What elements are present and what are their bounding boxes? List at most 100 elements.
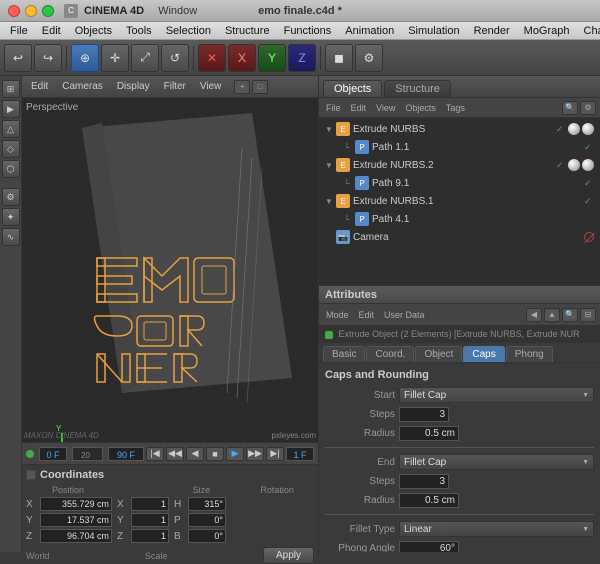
obj-file-btn[interactable]: File bbox=[323, 103, 344, 113]
prev-btn[interactable]: ◀◀ bbox=[166, 447, 184, 461]
obj-extrude-nurbs-3[interactable]: ▼ E Extrude NURBS.1 ✓ bbox=[321, 192, 598, 210]
menu-animation[interactable]: Animation bbox=[339, 23, 400, 39]
y-size-input[interactable] bbox=[131, 513, 169, 527]
phong-angle-input[interactable] bbox=[399, 541, 459, 552]
minimize-button[interactable] bbox=[25, 5, 37, 17]
menu-selection[interactable]: Selection bbox=[160, 23, 217, 39]
prev-frame-btn[interactable]: |◀ bbox=[146, 447, 164, 461]
window-menu[interactable]: Window bbox=[158, 5, 197, 17]
end-radius-input[interactable] bbox=[399, 493, 459, 508]
attr-bookmark-btn[interactable]: ⊟ bbox=[580, 308, 596, 322]
y-pos-input[interactable] bbox=[40, 513, 112, 527]
z-size-input[interactable] bbox=[131, 529, 169, 543]
sidebar-icon-8[interactable]: ∿ bbox=[2, 228, 20, 246]
settings-button[interactable]: ⚙ bbox=[355, 44, 383, 72]
obj-tags-btn[interactable]: Tags bbox=[443, 103, 468, 113]
h-rot-input[interactable] bbox=[188, 497, 226, 511]
obj-path-9-1[interactable]: └ P Path 9.1 ✓ bbox=[321, 174, 598, 192]
frame-markers[interactable]: 20 40 60 80 bbox=[72, 447, 103, 461]
attr-expand-btn[interactable]: ▲ bbox=[544, 308, 560, 322]
start-steps-input[interactable] bbox=[399, 407, 449, 422]
fillet-type-dropdown[interactable]: Linear bbox=[399, 521, 594, 537]
redo-button[interactable]: ↪ bbox=[34, 44, 62, 72]
sidebar-icon-2[interactable]: ▶ bbox=[2, 100, 20, 118]
undo-button[interactable]: ↩ bbox=[4, 44, 32, 72]
menu-file[interactable]: File bbox=[4, 23, 34, 39]
x-size-input[interactable] bbox=[131, 497, 169, 511]
close-button[interactable] bbox=[8, 5, 20, 17]
x-pos-input[interactable] bbox=[40, 497, 112, 511]
x-axis-button[interactable]: X bbox=[228, 44, 256, 72]
maximize-button[interactable] bbox=[42, 5, 54, 17]
attr-tab-coord[interactable]: Coord. bbox=[366, 346, 414, 362]
viewport-3d[interactable]: Perspective bbox=[22, 98, 318, 442]
vp-cameras-btn[interactable]: Cameras bbox=[57, 79, 108, 95]
attr-mode-btn[interactable]: Mode bbox=[323, 310, 352, 320]
attr-userdata-btn[interactable]: User Data bbox=[381, 310, 428, 320]
obj-camera[interactable]: 📷 Camera bbox=[321, 228, 598, 246]
attr-edit-btn[interactable]: Edit bbox=[356, 310, 378, 320]
menu-tools[interactable]: Tools bbox=[120, 23, 158, 39]
sidebar-icon-7[interactable]: ✦ bbox=[2, 208, 20, 226]
z-axis-button[interactable]: Z bbox=[288, 44, 316, 72]
obj-view-btn[interactable]: View bbox=[373, 103, 398, 113]
vp-btn-2[interactable]: □ bbox=[252, 80, 268, 94]
obj-extrude-nurbs-1[interactable]: ▼ E Extrude NURBS ✓ bbox=[321, 120, 598, 138]
sidebar-icon-1[interactable]: ⊞ bbox=[2, 80, 20, 98]
object-button[interactable]: ✕ bbox=[198, 44, 226, 72]
menu-objects[interactable]: Objects bbox=[69, 23, 118, 39]
start-radius-input[interactable] bbox=[399, 426, 459, 441]
attr-nav-btn[interactable]: ◀ bbox=[526, 308, 542, 322]
next-btn[interactable]: ▶▶ bbox=[246, 447, 264, 461]
obj-path-4-1[interactable]: └ P Path 4.1 bbox=[321, 210, 598, 228]
scale-tool-button[interactable]: ⤢ bbox=[131, 44, 159, 72]
obj-search-btn[interactable]: 🔍 bbox=[562, 101, 578, 115]
attr-tab-caps[interactable]: Caps bbox=[463, 346, 504, 362]
menu-simulation[interactable]: Simulation bbox=[402, 23, 465, 39]
play-back-btn[interactable]: ◀ bbox=[186, 447, 204, 461]
menu-render[interactable]: Render bbox=[468, 23, 516, 39]
menu-functions[interactable]: Functions bbox=[278, 23, 338, 39]
stop-btn[interactable]: ■ bbox=[206, 447, 224, 461]
y-axis-button[interactable]: Y bbox=[258, 44, 286, 72]
menu-structure[interactable]: Structure bbox=[219, 23, 276, 39]
end-steps-input[interactable] bbox=[399, 474, 449, 489]
rotate-tool-button[interactable]: ↺ bbox=[161, 44, 189, 72]
p-rot-input[interactable] bbox=[188, 513, 226, 527]
menu-mograph[interactable]: MoGraph bbox=[518, 23, 576, 39]
attr-tab-object[interactable]: Object bbox=[415, 346, 462, 362]
vp-filter-btn[interactable]: Filter bbox=[159, 79, 191, 95]
move-tool-button[interactable]: ✛ bbox=[101, 44, 129, 72]
menu-character[interactable]: Character bbox=[578, 23, 600, 39]
obj-objects-btn[interactable]: Objects bbox=[402, 103, 439, 113]
apply-button[interactable]: Apply bbox=[263, 547, 314, 564]
frame-bar[interactable]: 20 40 60 80 bbox=[72, 447, 103, 461]
next-frame-btn[interactable]: ▶| bbox=[266, 447, 284, 461]
tab-structure[interactable]: Structure bbox=[384, 80, 451, 97]
sidebar-icon-3[interactable]: △ bbox=[2, 120, 20, 138]
obj-settings-btn[interactable]: ⚙ bbox=[580, 101, 596, 115]
start-type-dropdown[interactable]: Fillet Cap bbox=[399, 387, 594, 403]
select-tool-button[interactable]: ⊕ bbox=[71, 44, 99, 72]
attr-search-btn[interactable]: 🔍 bbox=[562, 308, 578, 322]
obj-path-1-1[interactable]: └ P Path 1.1 ✓ bbox=[321, 138, 598, 156]
attr-tab-phong[interactable]: Phong bbox=[506, 346, 553, 362]
z-pos-input[interactable] bbox=[40, 529, 112, 543]
vp-edit-btn[interactable]: Edit bbox=[26, 79, 53, 95]
sidebar-icon-4[interactable]: ◇ bbox=[2, 140, 20, 158]
vp-view-btn[interactable]: View bbox=[195, 79, 227, 95]
obj-edit-btn[interactable]: Edit bbox=[348, 103, 370, 113]
tab-objects[interactable]: Objects bbox=[323, 80, 382, 97]
sidebar-icon-5[interactable]: ⬡ bbox=[2, 160, 20, 178]
attr-tab-basic[interactable]: Basic bbox=[323, 346, 365, 362]
b-rot-input[interactable] bbox=[188, 529, 226, 543]
obj-extrude-nurbs-2[interactable]: ▼ E Extrude NURBS.2 ✓ bbox=[321, 156, 598, 174]
coordinates-panel: Coordinates Position Size Rotation X X H… bbox=[22, 464, 318, 552]
menu-edit[interactable]: Edit bbox=[36, 23, 67, 39]
play-btn[interactable]: ▶ bbox=[226, 447, 244, 461]
sidebar-icon-6[interactable]: ⚙ bbox=[2, 188, 20, 206]
vp-btn-1[interactable]: + bbox=[234, 80, 250, 94]
render-button[interactable]: ◼ bbox=[325, 44, 353, 72]
vp-display-btn[interactable]: Display bbox=[112, 79, 155, 95]
end-type-dropdown[interactable]: Fillet Cap bbox=[399, 454, 594, 470]
